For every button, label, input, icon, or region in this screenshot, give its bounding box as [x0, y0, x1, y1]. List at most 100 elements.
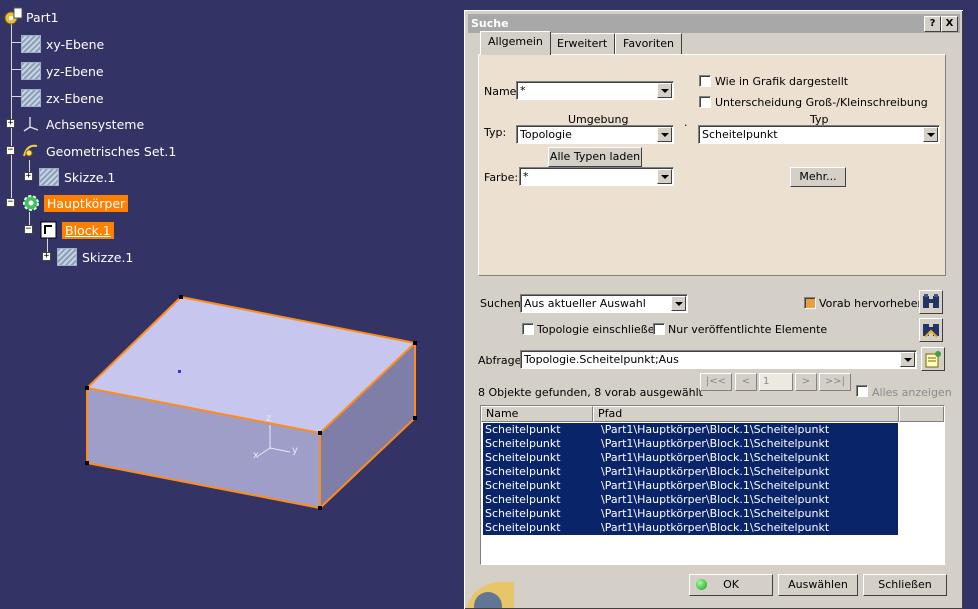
last-page-button[interactable]: >>| — [819, 373, 851, 391]
tree-label: Skizze.1 — [64, 169, 116, 185]
search-selection-binoculars-icon[interactable] — [919, 318, 943, 342]
help-button[interactable]: ? — [924, 16, 941, 32]
tree-item-part1[interactable]: Part1 — [3, 7, 59, 27]
row-name: Scheitelpunkt — [485, 451, 561, 464]
tree-item-geometric-set[interactable]: Geometrisches Set.1 — [21, 141, 176, 161]
tree-item-zx-plane[interactable]: zx-Ebene — [21, 88, 104, 108]
table-row[interactable]: Scheitelpunkt \Part1\Hauptkörper\Block.1\… — [483, 507, 898, 521]
row-path: \Part1\Hauptkörper\Block.1\Scheitelpunkt — [601, 423, 830, 436]
dropdown-arrow-icon[interactable] — [657, 83, 672, 98]
block-3d-model[interactable] — [0, 280, 464, 520]
checkbox-published-only[interactable] — [653, 323, 665, 335]
checkbox-preselect[interactable] — [804, 297, 816, 309]
tree-item-sketch[interactable]: Skizze.1 — [39, 167, 115, 187]
row-path: \Part1\Hauptkörper\Block.1\Scheitelpunkt — [601, 465, 830, 478]
select-button[interactable]: Auswählen — [778, 574, 858, 596]
row-name: Scheitelpunkt — [485, 437, 561, 450]
query-label: Abfrage: — [478, 354, 526, 367]
dropdown-arrow-icon[interactable] — [900, 352, 915, 367]
page-number-field[interactable]: 1 — [759, 373, 793, 391]
close-dialog-button[interactable]: Schließen — [863, 574, 947, 596]
column-header-path[interactable]: Pfad — [593, 406, 899, 422]
checkbox-include-topology-label: Topologie einschließen — [537, 323, 662, 336]
table-row[interactable]: Scheitelpunkt \Part1\Hauptkörper\Block.1\… — [483, 437, 898, 451]
pad-icon — [40, 221, 57, 239]
row-path: \Part1\Hauptkörper\Block.1\Scheitelpunkt — [601, 493, 830, 506]
table-row[interactable]: Scheitelpunkt \Part1\Hauptkörper\Block.1\… — [483, 521, 898, 535]
search-binoculars-icon[interactable] — [919, 290, 943, 314]
axis-system-icon — [23, 117, 39, 132]
axis-label-x: x — [253, 450, 259, 461]
dropdown-arrow-icon[interactable] — [923, 127, 938, 142]
load-all-types-button[interactable]: Alle Typen laden — [548, 147, 642, 167]
tree-item-main-body[interactable]: Hauptkörper — [21, 193, 129, 213]
search-scope-value: Aus aktueller Auswahl — [524, 297, 646, 310]
tree-label: zx-Ebene — [46, 90, 104, 106]
dropdown-arrow-icon[interactable] — [657, 169, 672, 184]
part-icon — [4, 7, 23, 25]
close-button[interactable]: X — [941, 16, 958, 32]
type-combo[interactable]: Scheitelpunkt — [698, 125, 940, 144]
dropdown-arrow-icon[interactable] — [671, 296, 686, 311]
tab-allgemein[interactable]: Allgemein — [480, 31, 551, 55]
row-path: \Part1\Hauptkörper\Block.1\Scheitelpunkt — [601, 521, 830, 534]
row-name: Scheitelpunkt — [485, 479, 561, 492]
ok-button[interactable]: OK — [689, 574, 773, 596]
row-name: Scheitelpunkt — [485, 521, 561, 534]
expand-icon[interactable]: + — [6, 119, 15, 128]
ok-label: OK — [723, 578, 739, 591]
catia-logo — [466, 581, 514, 608]
name-label: Name: — [484, 85, 521, 98]
checkbox-case-sensitive[interactable] — [699, 96, 711, 108]
table-row[interactable]: Scheitelpunkt \Part1\Hauptkörper\Block.1\… — [483, 423, 898, 437]
expand-icon[interactable]: + — [24, 172, 33, 181]
first-page-button[interactable]: |<< — [700, 373, 732, 391]
tree-item-axis-systems[interactable]: Achsensysteme — [21, 114, 144, 134]
tree-item-yz-plane[interactable]: yz-Ebene — [21, 61, 104, 81]
viewport[interactable]: Part1 xy-Ebene yz-Ebene zx-Ebene + Achse… — [0, 0, 464, 608]
collapse-icon[interactable]: − — [24, 225, 33, 234]
column-header-name[interactable]: Name — [481, 406, 593, 422]
prev-page-button[interactable]: < — [735, 373, 757, 391]
color-label: Farbe: — [484, 171, 519, 184]
query-combo[interactable]: Topologie.Scheitelpunkt;Aus — [520, 350, 917, 369]
tab-erweitert[interactable]: Erweitert — [549, 33, 616, 55]
sketch-icon — [57, 248, 77, 266]
search-scope-combo[interactable]: Aus aktueller Auswahl — [520, 294, 688, 313]
tree-line — [11, 24, 12, 206]
collapse-icon[interactable]: − — [6, 198, 15, 207]
row-path: \Part1\Hauptkörper\Block.1\Scheitelpunkt — [601, 507, 830, 520]
next-page-button[interactable]: > — [795, 373, 817, 391]
checkbox-show-all-label: Alles anzeigen — [872, 386, 952, 399]
color-combo[interactable]: * — [519, 167, 674, 186]
results-list[interactable]: Name Pfad Scheitelpunkt \Part1\Hauptkörpe… — [480, 405, 945, 565]
collapse-icon[interactable]: − — [6, 146, 15, 155]
dropdown-arrow-icon[interactable] — [657, 127, 672, 142]
tree-item-pad[interactable]: Block.1 — [39, 220, 114, 240]
row-name: Scheitelpunkt — [485, 493, 561, 506]
geometric-set-icon — [23, 144, 38, 157]
tree-item-sketch[interactable]: Skizze.1 — [57, 247, 133, 267]
expand-icon[interactable]: + — [42, 252, 51, 261]
table-row[interactable]: Scheitelpunkt \Part1\Hauptkörper\Block.1\… — [483, 465, 898, 479]
checkbox-graphic-visible[interactable] — [699, 75, 711, 87]
row-name: Scheitelpunkt — [485, 423, 561, 436]
table-row[interactable]: Scheitelpunkt \Part1\Hauptkörper\Block.1\… — [483, 451, 898, 465]
search-scope-label: Suchen: — [480, 297, 525, 310]
tab-favoriten[interactable]: Favoriten — [615, 33, 682, 55]
tree-label: Hauptkörper — [44, 194, 129, 212]
checkbox-show-all[interactable] — [856, 385, 868, 397]
environment-combo[interactable]: Topologie — [516, 125, 674, 144]
column-header-filler — [899, 406, 944, 422]
checkbox-include-topology[interactable] — [522, 323, 534, 335]
table-row[interactable]: Scheitelpunkt \Part1\Hauptkörper\Block.1\… — [483, 493, 898, 507]
name-combo[interactable]: * — [516, 81, 674, 100]
add-to-favorites-icon[interactable] — [921, 347, 945, 371]
results-count-text: 8 Objekte gefunden, 8 vorab ausgewählt — [478, 386, 703, 399]
checkbox-case-sensitive-label: Unterscheidung Groß-/Kleinschreibung — [715, 96, 928, 109]
tree-item-xy-plane[interactable]: xy-Ebene — [21, 34, 104, 54]
more-button[interactable]: Mehr... — [790, 167, 846, 187]
checkbox-graphic-visible-label: Wie in Grafik dargestellt — [715, 75, 849, 88]
tree-label: Block.1 — [62, 221, 114, 239]
table-row[interactable]: Scheitelpunkt \Part1\Hauptkörper\Block.1\… — [483, 479, 898, 493]
